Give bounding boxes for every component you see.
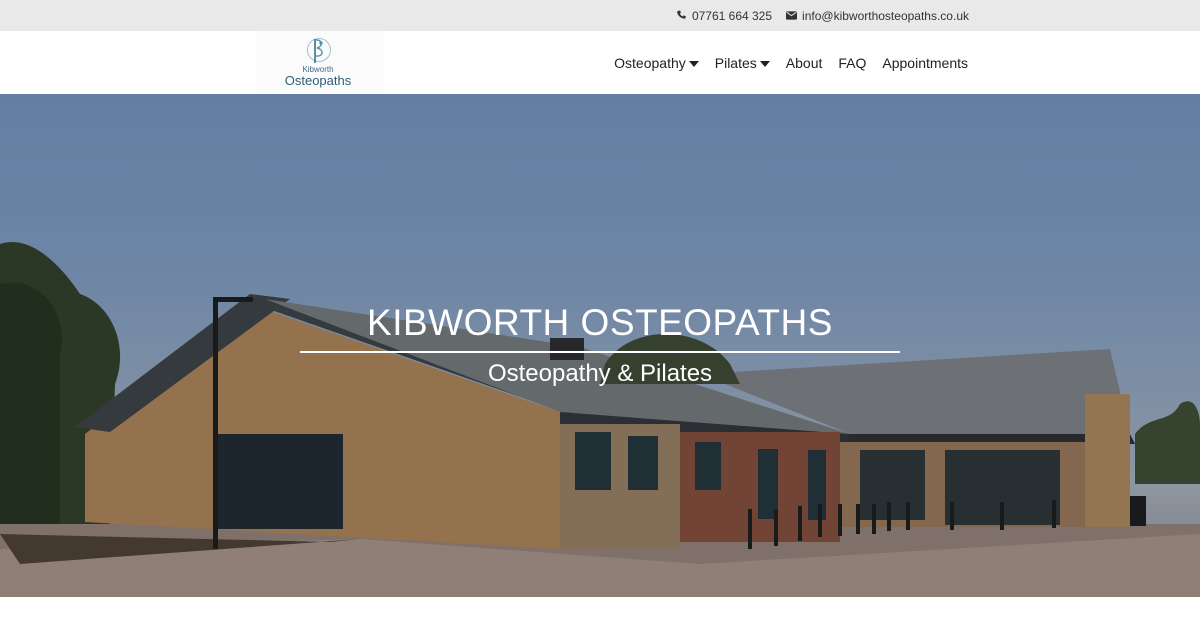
hero-subtitle: Osteopathy & Pilates xyxy=(487,360,713,387)
logo-line2: Osteopaths xyxy=(284,73,352,88)
nav-appointments[interactable]: Appointments xyxy=(882,55,968,71)
nav-about[interactable]: About xyxy=(786,55,823,71)
phone-link[interactable]: 07761 664 325 xyxy=(676,9,772,23)
nav-label: About xyxy=(785,54,823,71)
email-address: info@kibworthosteopaths.co.uk xyxy=(802,8,969,23)
envelope-icon xyxy=(786,11,798,20)
phone-number: 07761 664 325 xyxy=(691,8,773,23)
site-header: Kibworth Osteopaths Osteopathy Pilates A… xyxy=(0,31,1200,94)
hero-title: KIBWORTH OSTEOPATHS xyxy=(367,302,833,343)
nav-osteopathy[interactable]: Osteopathy xyxy=(614,55,699,71)
phone-icon xyxy=(676,10,687,21)
email-link[interactable]: info@kibworthosteopaths.co.uk xyxy=(786,9,969,23)
main-nav: Osteopathy Pilates About FAQ Appointment… xyxy=(614,31,968,94)
nav-faq[interactable]: FAQ xyxy=(838,55,866,71)
hero-building-image xyxy=(0,94,1200,597)
caret-down-icon xyxy=(688,60,699,67)
hero-divider xyxy=(300,351,900,353)
nav-pilates[interactable]: Pilates xyxy=(715,55,770,71)
content-start xyxy=(0,597,1200,625)
nav-label: Appointments xyxy=(882,54,968,71)
contact-info: 07761 664 325 info@kibworthosteopaths.co… xyxy=(676,0,969,31)
logo-mark-icon xyxy=(307,38,331,63)
nav-label: Pilates xyxy=(714,54,757,71)
nav-label: Osteopathy xyxy=(614,54,686,71)
top-contact-bar: 07761 664 325 info@kibworthosteopaths.co… xyxy=(0,0,1200,31)
caret-down-icon xyxy=(759,60,770,67)
nav-label: FAQ xyxy=(838,54,867,71)
hero-banner: KIBWORTH OSTEOPATHS Osteopathy & Pilates xyxy=(0,94,1200,597)
site-logo[interactable]: Kibworth Osteopaths xyxy=(256,31,384,94)
